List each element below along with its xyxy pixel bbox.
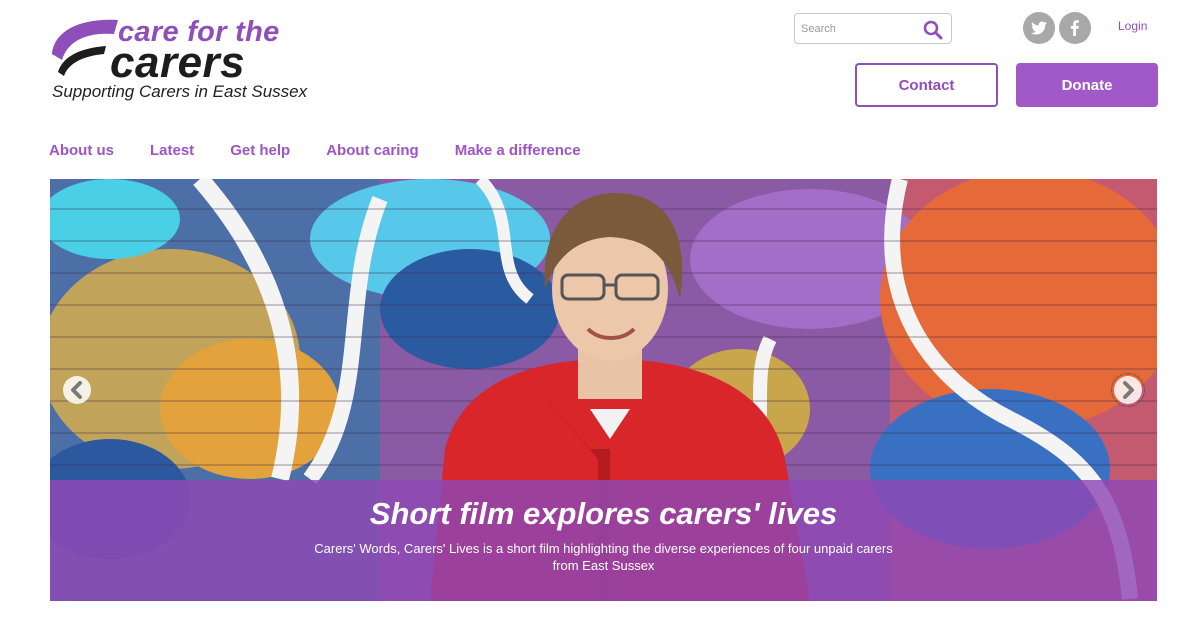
main-nav: About us Latest Get help About caring Ma… (49, 142, 617, 159)
logo-tagline: Supporting Carers in East Sussex (52, 82, 308, 101)
nav-item-about-caring[interactable]: About caring (326, 142, 419, 159)
search-icon[interactable] (923, 20, 943, 40)
contact-button[interactable]: Contact (855, 63, 998, 107)
nav-item-make-a-difference[interactable]: Make a difference (455, 142, 581, 159)
hero-caption: Short film explores carers' lives Carers… (50, 480, 1157, 601)
donate-button[interactable]: Donate (1016, 63, 1158, 107)
facebook-icon[interactable] (1059, 12, 1091, 44)
hero-title[interactable]: Short film explores carers' lives (50, 496, 1157, 532)
chevron-right-icon (1114, 376, 1142, 404)
hero-carousel: Short film explores carers' lives Carers… (50, 179, 1157, 601)
logo-text-main: carers (110, 38, 246, 87)
search-box (794, 13, 952, 44)
chevron-left-icon (63, 376, 91, 404)
nav-item-latest[interactable]: Latest (150, 142, 194, 159)
search-input[interactable] (801, 19, 911, 39)
nav-item-about-us[interactable]: About us (49, 142, 114, 159)
twitter-icon[interactable] (1023, 12, 1055, 44)
carousel-next-button[interactable] (1111, 373, 1145, 407)
nav-item-get-help[interactable]: Get help (230, 142, 290, 159)
login-link[interactable]: Login (1118, 19, 1147, 33)
hero-description: Carers' Words, Carers' Lives is a short … (314, 541, 893, 573)
site-logo[interactable]: care for the carers Supporting Carers in… (48, 14, 308, 106)
carousel-prev-button[interactable] (62, 375, 92, 405)
